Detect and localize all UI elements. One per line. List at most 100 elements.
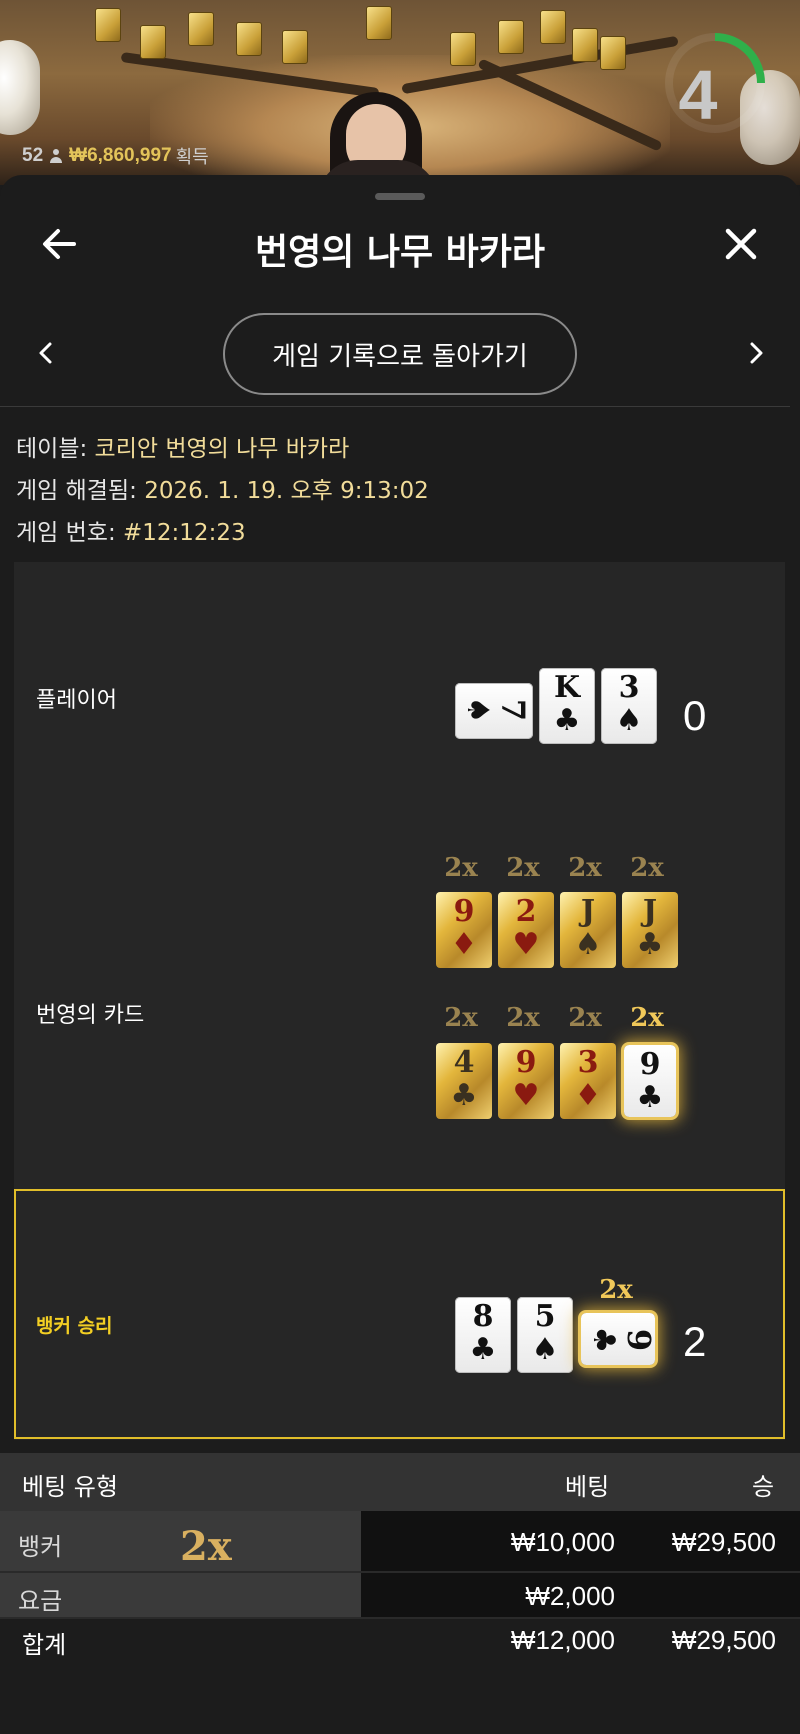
card-suit: ♣ (636, 1080, 664, 1115)
lucky-cards-label: 번영의 카드 (36, 1003, 145, 1028)
chevron-right-icon (750, 342, 763, 364)
card-suit: ♣ (450, 1078, 478, 1113)
card-rank: 9 (515, 1045, 537, 1080)
lucky-card: 3 ♦ (560, 1043, 616, 1119)
lucky-card: 9 ♥ (498, 1043, 554, 1119)
lucky-card-matched: 9 ♣ (624, 1045, 676, 1117)
lucky-multiplier: 2x (506, 853, 540, 883)
bet-row-banker: 뱅커 2x ₩10,000 ₩29,500 (0, 1511, 800, 1571)
hanging-gold-card (498, 20, 524, 54)
hanging-gold-card (140, 25, 166, 59)
page-title: 번영의 나무 바카라 (254, 232, 546, 273)
countdown-number: 4 (678, 56, 718, 134)
player-label: 플레이어 (36, 688, 117, 713)
total-label: 합계 (22, 1631, 67, 1659)
card-rank: K (553, 670, 581, 705)
card-suit: ♠ (460, 696, 495, 724)
hanging-gold-card (540, 10, 566, 44)
hanging-gold-card (600, 36, 626, 70)
bet-row-fee: 요금 ₩2,000 (0, 1573, 800, 1617)
lucky-multiplier: 2x (568, 1003, 602, 1033)
lucky-multiplier: 2x (630, 853, 664, 883)
card-rank: 9 (639, 1047, 661, 1082)
win-amount: ₩29,500 (671, 1527, 776, 1557)
lucky-card: 4 ♣ (436, 1043, 492, 1119)
bet-amount: ₩10,000 (510, 1527, 615, 1557)
hanging-gold-card (188, 12, 214, 46)
lantern-left (0, 40, 40, 135)
hanging-gold-card (450, 32, 476, 66)
card-rank: 9 (453, 894, 475, 929)
player-card-1: 7 ♠ (455, 683, 533, 739)
header-bet: 베팅 (565, 1473, 610, 1501)
player-card-2: K ♣ (539, 668, 595, 744)
lucky-multiplier: 2x (568, 853, 602, 883)
card-rank: 4 (453, 1045, 475, 1080)
user-icon (49, 149, 63, 163)
card-suit: ♠ (574, 927, 602, 962)
table-value: 코리안 번영의 나무 바카라 (94, 436, 350, 462)
banker-win-label: 뱅커 승리 (36, 1315, 113, 1337)
total-won-amount: ₩6,860,997 (69, 145, 172, 166)
card-suit: ♦ (450, 927, 478, 962)
card-suit: ♣ (553, 703, 581, 738)
live-video-stream: 52 ₩6,860,997 획득 4 (0, 0, 800, 185)
resolved-value: 2026. 1. 19. 오후 9:13:02 (144, 478, 429, 504)
card-rank: 2 (515, 894, 537, 929)
bet-table-header: 베팅 유형 베팅 승 (0, 1453, 800, 1511)
card-suit: ♦ (574, 1078, 602, 1113)
banker-winner-highlight (14, 1189, 785, 1439)
card-rank: 3 (618, 670, 640, 705)
card-rank: 9 (620, 1328, 658, 1352)
previous-game-button[interactable] (28, 335, 64, 371)
lucky-multiplier-matched: 2x (630, 1003, 664, 1033)
player-count: 52 (22, 145, 44, 166)
banker-card-1: 8 ♣ (455, 1297, 511, 1373)
card-suit: ♣ (586, 1326, 621, 1354)
total-win: ₩29,500 (671, 1625, 776, 1655)
resolved-label: 게임 해결됨: (16, 478, 137, 504)
banker-card-2: 5 ♠ (517, 1297, 573, 1373)
total-bet: ₩12,000 (510, 1625, 615, 1655)
card-suit: ♥ (512, 927, 540, 962)
bet-type: 뱅커 (18, 1533, 63, 1561)
banker-score: 2 (683, 1318, 707, 1365)
bet-multiplier: 2x (180, 1523, 232, 1570)
header-bet-type: 베팅 유형 (22, 1473, 118, 1501)
card-suit: ♣ (469, 1332, 497, 1367)
sheet-drag-handle[interactable] (375, 193, 425, 200)
resolved-info: 게임 해결됨: 2026. 1. 19. 오후 9:13:02 (16, 471, 429, 505)
bet-type: 요금 (18, 1587, 63, 1615)
hanging-gold-card (572, 28, 598, 62)
card-rank: J (580, 894, 596, 929)
banker-card-3: 9 ♣ (581, 1313, 658, 1365)
header-win: 승 (752, 1473, 775, 1501)
chevron-left-icon (39, 342, 52, 364)
close-button[interactable] (716, 219, 766, 269)
table-label: 테이블: (16, 436, 88, 462)
hanging-gold-card (236, 22, 262, 56)
lucky-multiplier: 2x (506, 1003, 540, 1033)
lucky-card: J ♠ (560, 892, 616, 968)
banker-card-multiplier: 2x (599, 1275, 633, 1305)
lucky-card: 2 ♥ (498, 892, 554, 968)
card-rank: 7 (494, 698, 532, 722)
card-rank: 8 (472, 1299, 494, 1334)
lucky-multiplier: 2x (444, 1003, 478, 1033)
next-game-button[interactable] (738, 335, 774, 371)
card-suit: ♠ (615, 703, 643, 738)
game-number-label: 게임 번호: (16, 520, 116, 546)
player-score: 0 (683, 692, 707, 739)
hanging-gold-card (282, 30, 308, 64)
header-divider (0, 406, 790, 407)
hanging-gold-card (366, 6, 392, 40)
card-rank: 3 (577, 1045, 599, 1080)
lucky-multiplier: 2x (444, 853, 478, 883)
card-suit: ♠ (531, 1332, 559, 1367)
back-to-history-button[interactable]: 게임 기록으로 돌아가기 (223, 313, 577, 395)
table-info: 테이블: 코리안 번영의 나무 바카라 (16, 429, 349, 463)
card-rank: J (642, 894, 658, 929)
close-icon (725, 228, 757, 260)
hanging-gold-card (95, 8, 121, 42)
card-suit: ♣ (636, 927, 664, 962)
